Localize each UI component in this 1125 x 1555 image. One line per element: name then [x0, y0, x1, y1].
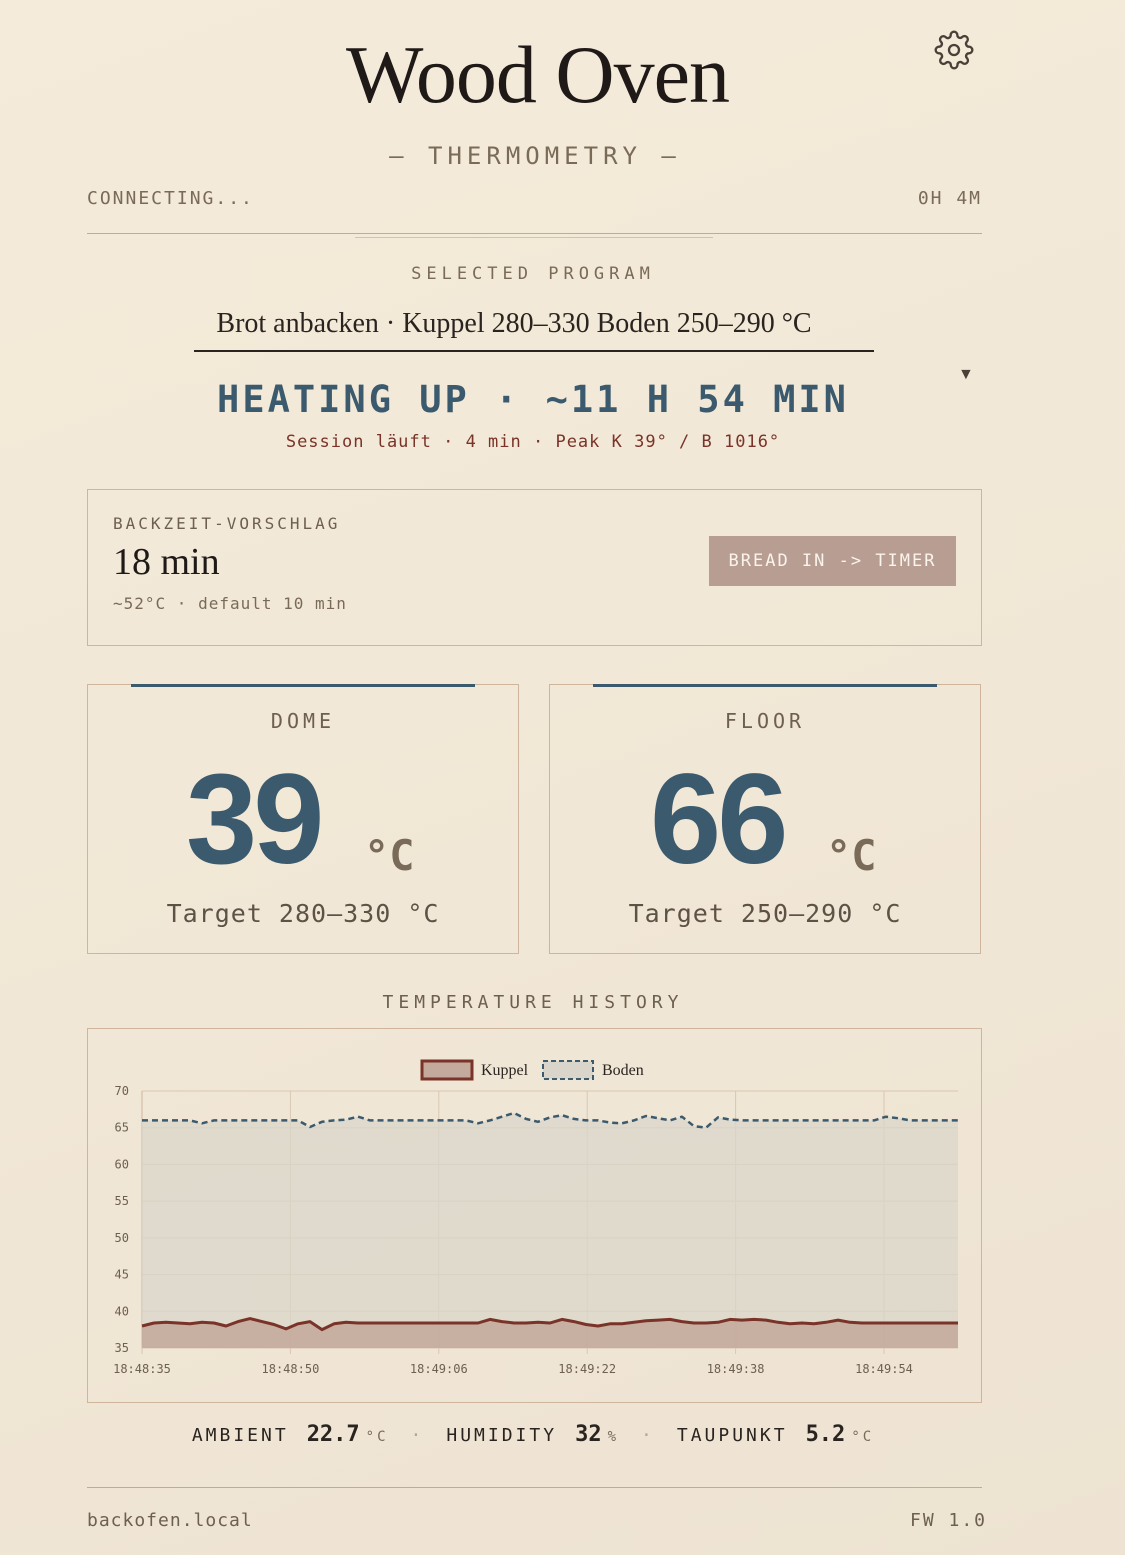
- header-divider-inner: [355, 237, 713, 238]
- y-tick-label: 70: [115, 1084, 129, 1098]
- x-tick-label: 18:49:06: [410, 1362, 468, 1376]
- page-title: Wood Oven: [346, 29, 730, 120]
- gear-icon[interactable]: [934, 30, 974, 70]
- x-tick-label: 18:48:50: [262, 1362, 320, 1376]
- legend-swatch-boden: [542, 1060, 594, 1080]
- floor-value: 66: [650, 748, 788, 891]
- legend-swatch-kuppel: [420, 1059, 474, 1081]
- legend-label: Kuppel: [481, 1062, 529, 1079]
- footer-host: backofen.local: [87, 1510, 253, 1531]
- dome-card-accent: [131, 684, 475, 687]
- header-divider: [87, 233, 982, 234]
- humidity-value: 32: [575, 1422, 602, 1447]
- x-tick-label: 18:48:35: [113, 1362, 171, 1376]
- ambient-value: 22.7: [306, 1422, 360, 1447]
- phase-status: HEATING UP · ~11 H 54 MIN: [217, 378, 849, 421]
- floor-card: FLOOR 66 °C Target 250–290 °C: [549, 684, 981, 954]
- page-subtitle: — THERMOMETRY —: [389, 142, 681, 170]
- x-tick-label: 18:49:38: [707, 1362, 765, 1376]
- dewpoint-value: 5.2: [805, 1422, 846, 1447]
- y-tick-label: 55: [115, 1194, 129, 1208]
- floor-label: FLOOR: [724, 709, 806, 733]
- humidity-label: HUMIDITY: [446, 1425, 558, 1446]
- footer-divider: [87, 1487, 982, 1488]
- program-select-value: Brot anbacken · Kuppel 280–330 Boden 250…: [216, 308, 812, 339]
- history-label: TEMPERATURE HISTORY: [382, 992, 684, 1013]
- x-tick-label: 18:49:54: [855, 1362, 913, 1376]
- legend-label: Boden: [602, 1062, 644, 1079]
- dome-temperature: 39: [186, 755, 324, 885]
- bread-in-timer-button[interactable]: BREAD IN -> TIMER: [709, 536, 956, 586]
- series-area-boden: [142, 1113, 958, 1348]
- environment-row: AMBIENT 22.7 °C · HUMIDITY 32% · TAUPUNKT 5.2 °C: [0, 1422, 1066, 1447]
- footer-firmware: FW 1.0: [910, 1510, 988, 1531]
- y-tick-label: 50: [115, 1231, 129, 1245]
- floor-card-accent: [593, 684, 937, 687]
- bake-time-label: BACKZEIT-VORSCHLAG: [113, 514, 341, 533]
- floor-unit: °C: [826, 831, 877, 880]
- temperature-chart-panel: 70 65 60 55 50 45 40 35 18:48:35 18:48:50 18:49:06…: [87, 1028, 982, 1403]
- bake-time-sub: ~52°C · default 10 min: [113, 594, 347, 613]
- dome-card: DOME 39 °C Target 280–330 °C: [87, 684, 519, 954]
- connection-status: CONNECTING...: [87, 188, 254, 209]
- uptime: 0H 4M: [917, 188, 982, 209]
- x-tick-label: 18:49:22: [558, 1362, 616, 1376]
- y-tick-label: 60: [115, 1157, 129, 1171]
- separator: ·: [641, 1425, 655, 1446]
- y-tick-label: 65: [115, 1121, 129, 1135]
- dome-value: 39: [186, 748, 324, 891]
- program-label: SELECTED PROGRAM: [411, 264, 655, 284]
- temperature-chart: 70 65 60 55 50 45 40 35 18:48:35 18:48:50 18:49:06…: [113, 1059, 958, 1376]
- dewpoint-label: TAUPUNKT: [676, 1425, 788, 1446]
- bake-time-panel: BACKZEIT-VORSCHLAG 18 min ~52°C · defaul…: [87, 489, 982, 646]
- y-tick-label: 35: [115, 1341, 129, 1355]
- dome-target: Target 280–330 °C: [166, 899, 440, 928]
- ambient-unit: °C: [365, 1429, 389, 1445]
- dewpoint-unit: °C: [851, 1429, 875, 1445]
- separator: ·: [410, 1425, 425, 1446]
- dome-unit: °C: [364, 831, 415, 880]
- bake-time-value: 18 min: [113, 541, 220, 583]
- y-tick-label: 45: [115, 1268, 129, 1282]
- dome-label: DOME: [270, 709, 336, 733]
- ambient-label: AMBIENT: [191, 1425, 289, 1446]
- humidity-unit: %: [607, 1429, 620, 1445]
- floor-temperature: 66: [650, 755, 788, 885]
- status-row: CONNECTING... 0H 4M: [87, 188, 982, 209]
- floor-target: Target 250–290 °C: [628, 899, 902, 928]
- y-tick-label: 40: [115, 1304, 129, 1318]
- program-select[interactable]: Brot anbacken · Kuppel 280–330 Boden 250…: [194, 300, 874, 352]
- session-info: Session läuft · 4 min · Peak K 39° / B 1…: [285, 432, 781, 452]
